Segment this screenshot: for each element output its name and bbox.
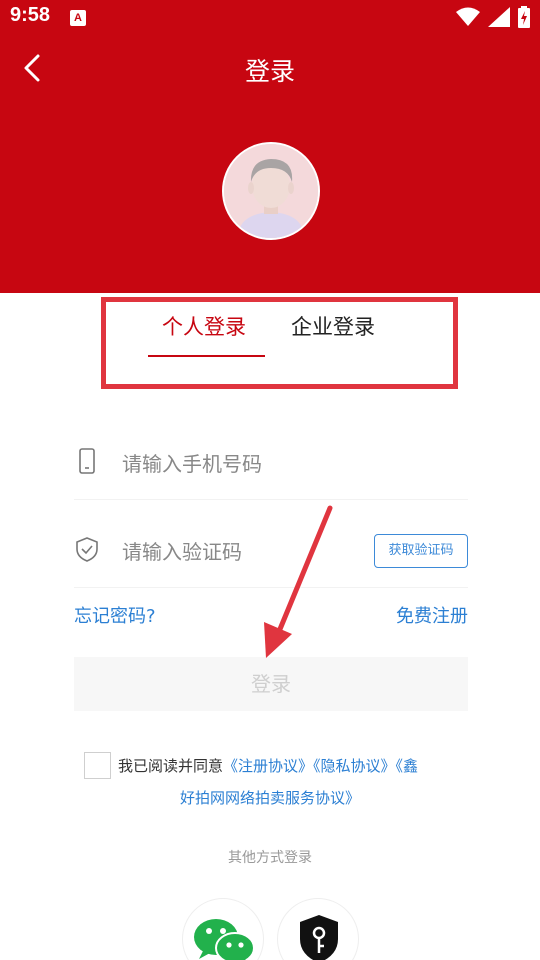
get-code-button[interactable]: 获取验证码 [374,534,468,568]
battery-icon [518,6,530,28]
agreement-checkbox[interactable] [84,752,111,779]
register-agreement-link[interactable]: 《注册协议》 [223,757,313,775]
verification-code-field[interactable]: 请输入验证码 获取验证码 [74,508,468,588]
status-bar: 9:58 A [0,0,540,36]
phone-field[interactable]: 请输入手机号码 [74,420,468,500]
code-input-placeholder: 请输入验证码 [122,540,242,564]
page-title: 登录 [244,57,295,86]
notification-icon: A [70,10,86,26]
agreement-prefix: 我已阅读并同意 [118,757,224,775]
avatar[interactable] [222,142,320,240]
system-icons [456,6,530,28]
phone-icon [79,448,95,474]
phone-input-placeholder: 请输入手机号码 [122,452,262,476]
annotation-highlight-box [101,297,458,389]
wechat-icon [194,919,255,960]
login-button[interactable]: 登录 [74,657,468,711]
other-login-label: 其他方式登录 [228,850,312,866]
status-time: 9:58 [10,4,51,26]
auction-agreement-link[interactable]: 好拍网网络拍卖服务协议》 [0,787,540,808]
free-register-link[interactable]: 免费注册 [396,602,468,628]
agreement-text: 我已阅读并同意《注册协议》《隐私协议》《鑫 [118,753,470,779]
nav-bar: 登录 [0,36,540,100]
forgot-password-link[interactable]: 忘记密码? [74,602,156,628]
privacy-agreement-link[interactable]: 《隐私协议》 [313,757,396,775]
auction-agreement-link-start[interactable]: 《鑫 [396,757,419,775]
default-avatar-icon [224,144,318,238]
shield-icon [76,537,98,562]
signal-icon [488,7,510,27]
key-login-button[interactable] [277,898,359,960]
key-shield-icon [300,915,338,960]
wechat-login-button[interactable] [182,898,264,960]
wifi-icon [456,7,480,26]
